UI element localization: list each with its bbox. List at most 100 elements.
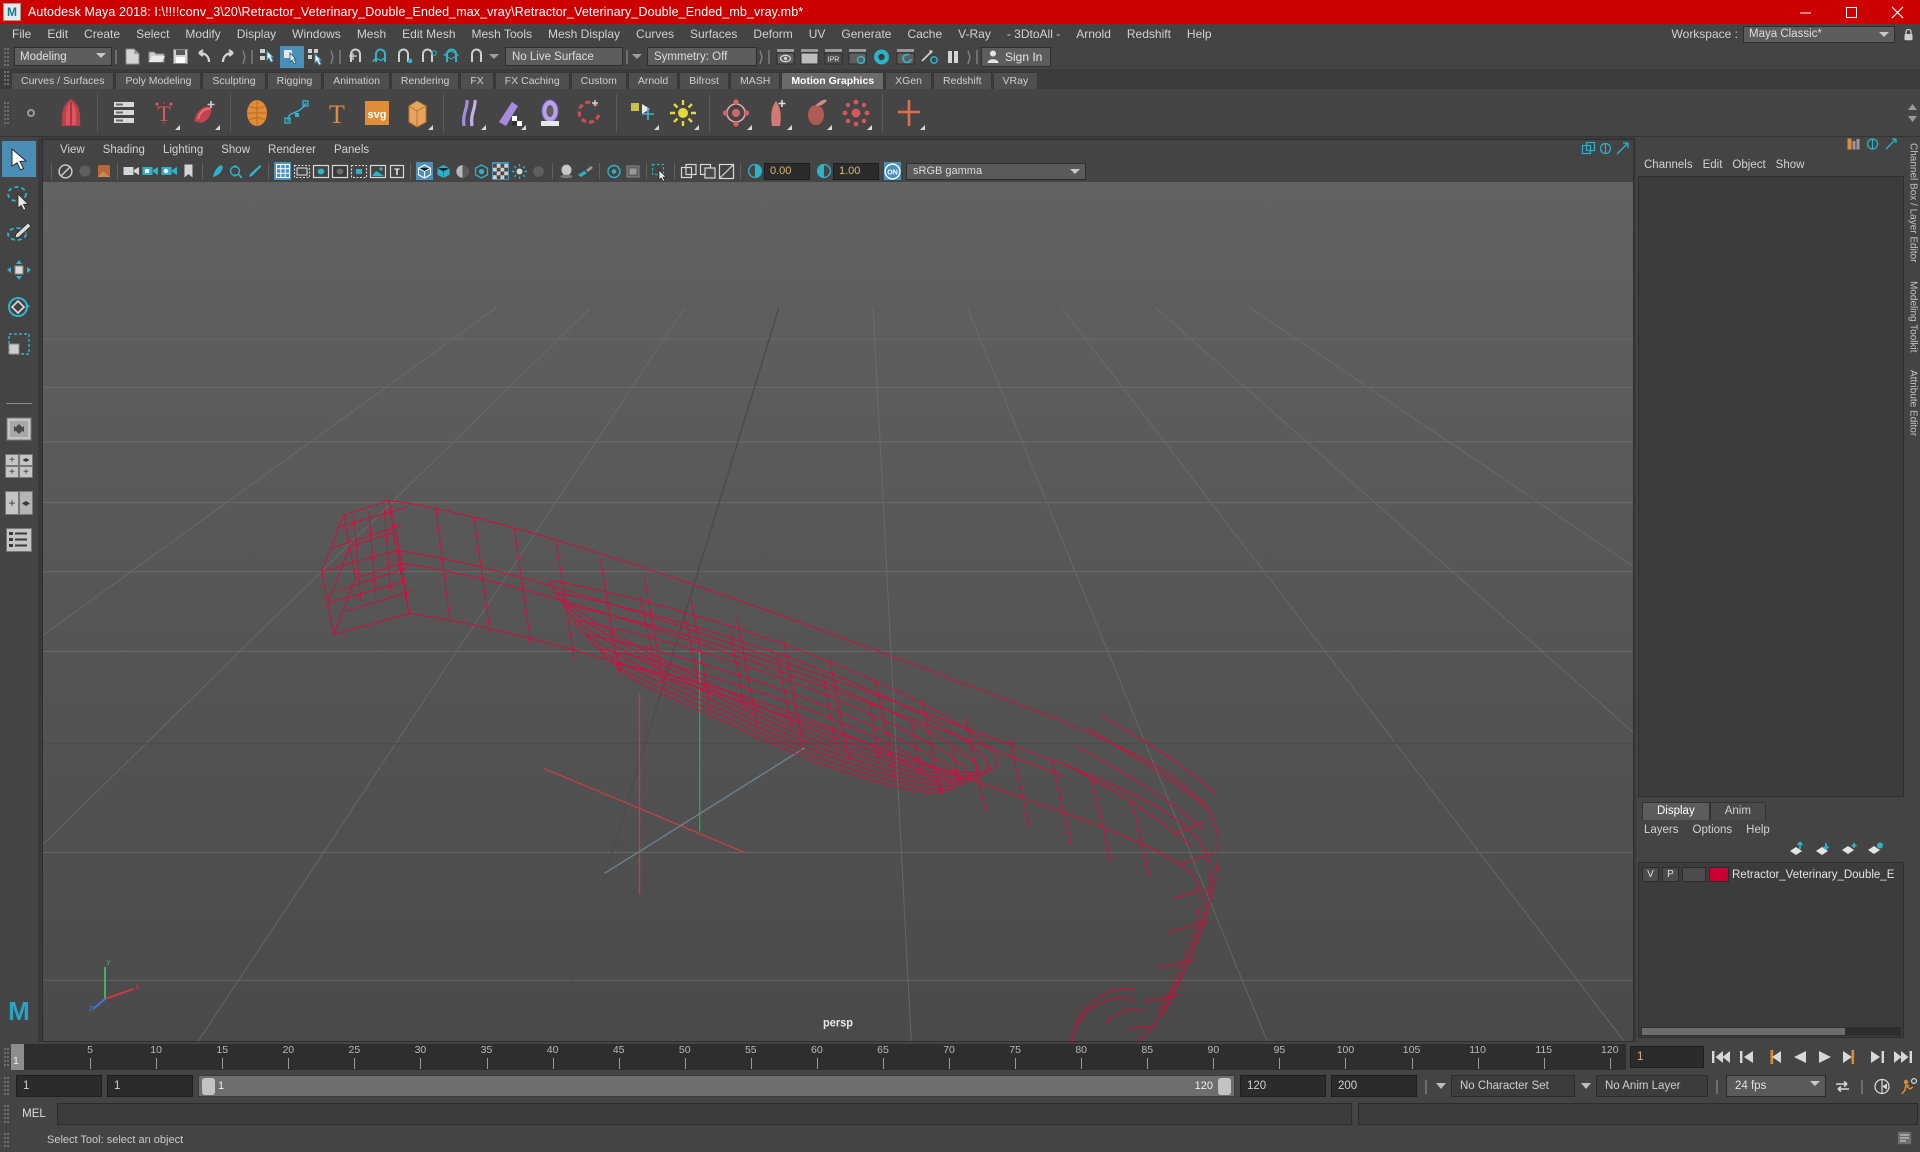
playback-start-time-field[interactable]: 1	[107, 1075, 193, 1097]
gamma-field[interactable]: 1.00	[833, 162, 879, 180]
shelf-tab-fx[interactable]: FX	[460, 72, 494, 89]
step-forward-key-icon[interactable]	[1840, 1046, 1862, 1068]
loop-playback-icon[interactable]	[1831, 1075, 1853, 1097]
select-tool[interactable]	[2, 141, 36, 177]
animation-preferences-icon[interactable]	[1898, 1075, 1920, 1097]
lock-icon[interactable]	[1900, 26, 1916, 43]
menu-vray[interactable]: V-Ray	[950, 25, 999, 43]
3d-viewport[interactable]: persp Y X Z	[42, 182, 1634, 1042]
anim-layer-chevron-icon[interactable]	[1580, 1082, 1591, 1091]
gamma-icon[interactable]	[815, 162, 832, 180]
outliner-persp-layout[interactable]	[2, 522, 36, 558]
command-output-field[interactable]	[1358, 1103, 1918, 1125]
range-slider-left-handle[interactable]	[202, 1078, 215, 1095]
layer-display-type-toggle[interactable]	[1682, 867, 1706, 882]
animation-start-time-field[interactable]: 1	[16, 1075, 102, 1097]
symmetry-field[interactable]: Symmetry: Off	[647, 47, 757, 66]
textured-icon[interactable]	[473, 162, 490, 180]
layer-menu-help[interactable]: Help	[1746, 824, 1770, 836]
no-camera-icon[interactable]	[76, 162, 93, 180]
menu-windows[interactable]: Windows	[284, 25, 349, 43]
gate-mask-icon[interactable]	[331, 162, 348, 180]
checker-texture-icon[interactable]	[492, 162, 509, 180]
mash-signal-icon[interactable]	[530, 92, 570, 134]
color-space-dropdown[interactable]: sRGB gamma	[906, 162, 1086, 180]
channel-menu-object[interactable]: Object	[1732, 156, 1775, 174]
text-overlay-icon[interactable]: T	[388, 162, 405, 180]
shelf-icons-gripper[interactable]	[2, 101, 11, 124]
select-hierarchy-icon[interactable]	[256, 46, 280, 68]
menu-surfaces[interactable]: Surfaces	[682, 25, 745, 43]
menu-generate[interactable]: Generate	[833, 25, 899, 43]
wireframe-icon[interactable]	[416, 162, 433, 180]
animation-end-time-field[interactable]: 200	[1331, 1075, 1417, 1097]
camera-icon[interactable]	[123, 162, 140, 180]
current-time-field[interactable]: 1	[1630, 1046, 1704, 1068]
undock-icon[interactable]	[1581, 141, 1596, 160]
minimize-button[interactable]	[1782, 0, 1828, 24]
command-input-field[interactable]	[57, 1103, 1352, 1125]
new-scene-icon[interactable]	[120, 46, 144, 68]
save-scene-icon[interactable]	[168, 46, 192, 68]
redo-icon[interactable]	[216, 46, 240, 68]
undo-icon[interactable]	[192, 46, 216, 68]
shelf-tab-redshift[interactable]: Redshift	[933, 72, 992, 89]
time-slider-track[interactable]: 1 5 10 15 20 25 30 35 40 45 50 55 60 65 70 75 80 85 90 95 1…	[11, 1044, 1626, 1070]
shelf-tab-xgen[interactable]: XGen	[885, 72, 933, 89]
time-slider-gripper[interactable]	[2, 1046, 11, 1068]
menu-file[interactable]: File	[4, 25, 39, 43]
menu-select[interactable]: Select	[128, 25, 177, 43]
scale-tool[interactable]	[2, 326, 36, 362]
create-layer-from-selected-icon[interactable]	[1867, 842, 1884, 860]
shelf-gripper[interactable]	[2, 67, 11, 89]
snap-curve-icon[interactable]	[368, 46, 392, 68]
shelf-tab-mash[interactable]: MASH	[729, 72, 781, 89]
viewport-menu-lighting[interactable]: Lighting	[154, 141, 212, 159]
tab-display-layers[interactable]: Display	[1642, 802, 1710, 820]
shelf-tab-animation[interactable]: Animation	[323, 72, 390, 89]
shaded-wireframe-icon[interactable]	[454, 162, 471, 180]
camera-settings-icon[interactable]	[161, 162, 178, 180]
auto-key-icon[interactable]	[1871, 1075, 1893, 1097]
mash-dynamics-icon[interactable]	[570, 92, 610, 134]
vtab-attribute-editor[interactable]: Attribute Editor	[1908, 370, 1919, 436]
menu-edit[interactable]: Edit	[39, 25, 76, 43]
command-language-label[interactable]: MEL	[17, 1108, 51, 1120]
exposure-icon[interactable]	[746, 162, 763, 180]
viewport-menu-view[interactable]: View	[51, 141, 94, 159]
viewport-menu-panels[interactable]: Panels	[325, 141, 378, 159]
paste-view-icon[interactable]	[699, 162, 716, 180]
mash-network-icon[interactable]	[51, 92, 91, 134]
mash-distribute-icon[interactable]	[716, 92, 756, 134]
lighting-icon[interactable]	[511, 162, 528, 180]
anim-layer-dropdown[interactable]: No Anim Layer	[1596, 1075, 1708, 1097]
rotate-tool[interactable]	[2, 289, 36, 325]
copy-view-icon[interactable]	[680, 162, 697, 180]
sign-in-button[interactable]: Sign In	[981, 46, 1052, 67]
menu-mesh[interactable]: Mesh	[349, 25, 394, 43]
mash-grid-icon[interactable]	[623, 92, 663, 134]
shelf-tab-bifrost[interactable]: Bifrost	[679, 72, 729, 89]
mash-sphere-icon[interactable]	[237, 92, 277, 134]
layer-color-swatch[interactable]	[1709, 867, 1729, 882]
range-bar-gripper[interactable]	[2, 1075, 11, 1097]
menu-create[interactable]: Create	[76, 25, 128, 43]
smooth-shade-icon[interactable]	[435, 162, 452, 180]
channel-box-icon[interactable]	[1847, 137, 1860, 155]
command-line-gripper[interactable]	[2, 1103, 11, 1125]
mash-paint-icon[interactable]	[490, 92, 530, 134]
isolate-select-icon[interactable]	[605, 162, 622, 180]
attribute-editor-icon[interactable]	[1866, 137, 1879, 155]
mash-text-icon[interactable]: T	[144, 92, 184, 134]
layer-menu-options[interactable]: Options	[1693, 824, 1733, 836]
step-forward-frame-icon[interactable]	[1866, 1046, 1888, 1068]
chevron-down-icon[interactable]	[488, 52, 499, 61]
bookmark-icon[interactable]	[180, 162, 197, 180]
play-forwards-icon[interactable]	[1814, 1046, 1836, 1068]
shelf-tab-rendering[interactable]: Rendering	[390, 72, 460, 89]
chevron-down-icon[interactable]	[1907, 115, 1918, 124]
mash-trails-icon[interactable]	[184, 92, 224, 134]
snap-view-plane-icon[interactable]	[440, 46, 464, 68]
character-set-chevron-icon[interactable]	[1435, 1082, 1446, 1091]
image-plane-icon[interactable]	[95, 162, 112, 180]
